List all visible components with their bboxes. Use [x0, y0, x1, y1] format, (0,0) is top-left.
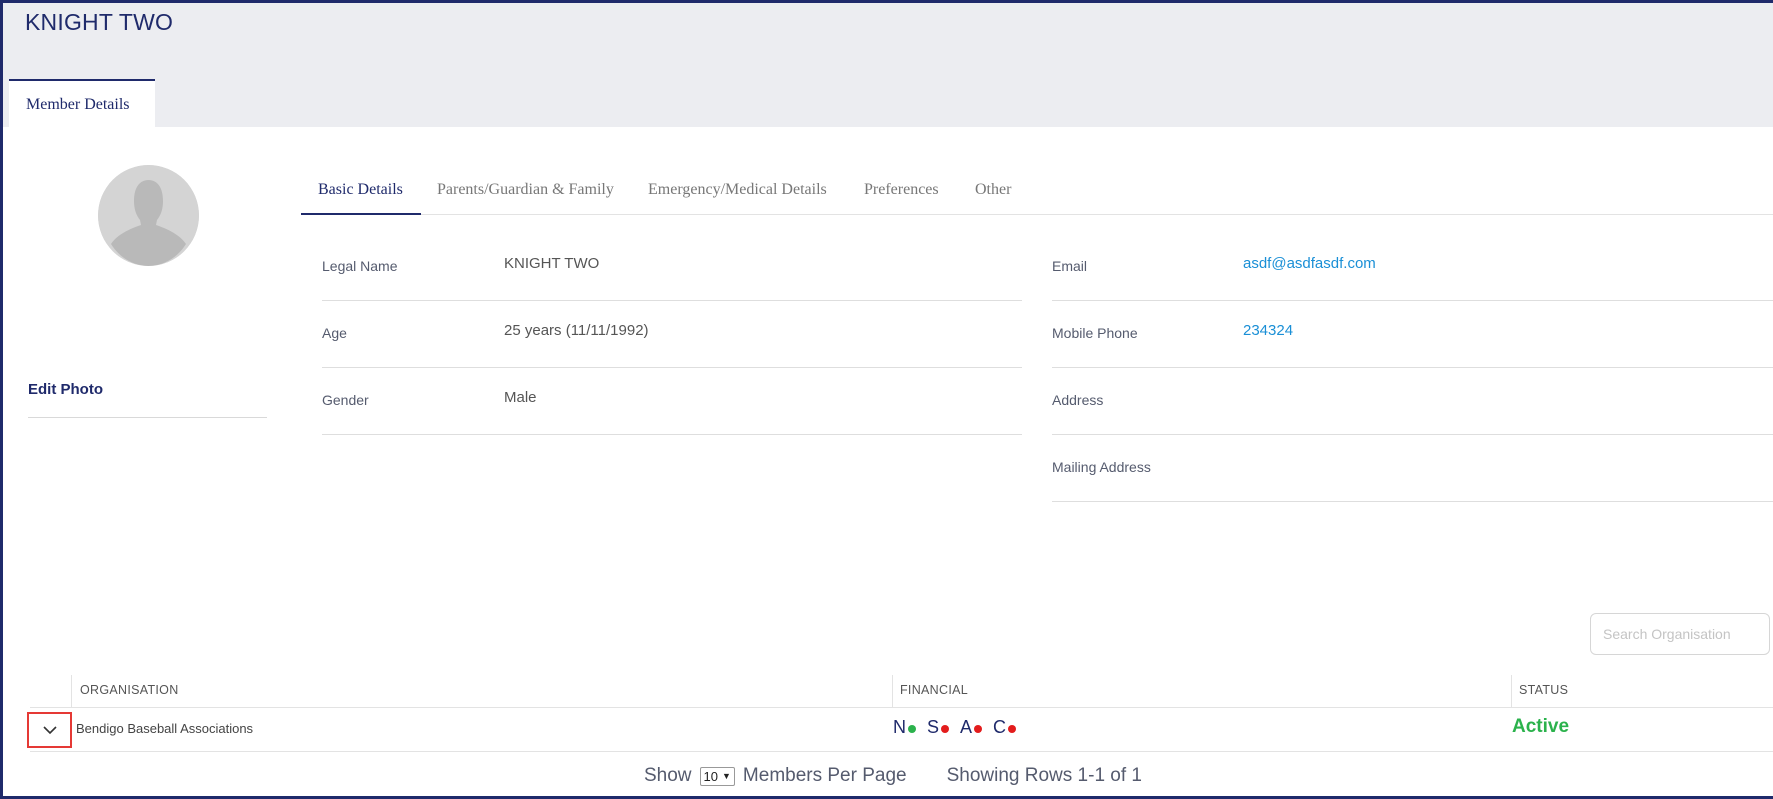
column-separator: [71, 675, 72, 707]
show-label: Show: [644, 765, 692, 786]
tab-basic-details[interactable]: Basic Details: [301, 171, 421, 215]
page-header: KNIGHT TWO Member Details: [3, 3, 1773, 128]
financial-indicator-n: N: [893, 717, 916, 738]
email-label: Email: [1052, 258, 1088, 274]
divider: [322, 367, 1022, 368]
dropdown-arrow-icon: ▼: [722, 771, 731, 781]
age-value: 25 years (11/11/1992): [504, 322, 649, 339]
edit-photo-link[interactable]: Edit Photo: [28, 381, 103, 398]
tab-parents-guardian-family[interactable]: Parents/Guardian & Family: [437, 171, 614, 215]
gender-label: Gender: [322, 392, 369, 408]
financial-indicator-c: C: [993, 717, 1017, 738]
mailing-address-label: Mailing Address: [1052, 459, 1151, 475]
financial-letter: C: [993, 717, 1007, 737]
financial-indicators: N S A C: [893, 717, 1017, 738]
mobile-phone-value[interactable]: 234324: [1243, 322, 1293, 339]
page-title: KNIGHT TWO: [25, 9, 174, 35]
financial-letter: N: [893, 717, 906, 737]
email-value[interactable]: asdf@asdfasdf.com: [1243, 255, 1376, 272]
status-dot: [974, 724, 983, 733]
status-dot: [941, 724, 950, 733]
tab-emergency-medical-details[interactable]: Emergency/Medical Details: [648, 171, 827, 215]
divider: [1052, 501, 1773, 502]
legal-name-value: KNIGHT TWO: [504, 255, 600, 272]
financial-indicator-s: S: [927, 717, 950, 738]
tab-member-details[interactable]: Member Details: [9, 79, 155, 128]
chevron-down-icon: [42, 725, 57, 734]
divider: [1052, 300, 1773, 301]
divider: [30, 707, 1773, 708]
divider: [322, 300, 1022, 301]
tab-preferences[interactable]: Preferences: [864, 171, 939, 215]
gender-value: Male: [504, 389, 537, 406]
per-page-value: 10: [703, 768, 718, 784]
per-page-label: Members Per Page: [742, 765, 907, 786]
column-separator: [1511, 675, 1512, 707]
column-separator: [892, 675, 893, 707]
rows-info: Showing Rows 1-1 of 1: [946, 765, 1142, 786]
tab-other[interactable]: Other: [975, 171, 1011, 215]
detail-tabs: Basic Details Parents/Guardian & Family …: [301, 171, 1773, 215]
divider: [28, 417, 267, 418]
divider: [30, 751, 1773, 752]
expand-row-button[interactable]: [27, 712, 72, 748]
financial-letter: A: [960, 717, 973, 737]
status-dot: [1008, 724, 1017, 733]
column-header-status: STATUS: [1519, 683, 1569, 697]
avatar: [98, 165, 199, 266]
divider: [1052, 367, 1773, 368]
age-label: Age: [322, 325, 347, 341]
mobile-phone-label: Mobile Phone: [1052, 325, 1138, 341]
address-label: Address: [1052, 392, 1104, 408]
organisation-name: Bendigo Baseball Associations: [76, 721, 254, 736]
user-silhouette-icon: [98, 165, 199, 266]
financial-letter: S: [927, 717, 940, 737]
divider: [322, 434, 1022, 435]
column-header-organisation: ORGANISATION: [80, 683, 179, 697]
divider: [1052, 434, 1773, 435]
legal-name-label: Legal Name: [322, 258, 398, 274]
status-dot: [908, 724, 916, 733]
financial-indicator-a: A: [960, 717, 983, 738]
status-badge: Active: [1512, 716, 1570, 737]
column-header-financial: FINANCIAL: [900, 683, 968, 697]
per-page-select[interactable]: 10 ▼: [699, 766, 735, 786]
search-organisation-input[interactable]: [1590, 613, 1770, 655]
pagination: Show 10 ▼ Members Per Page Showing Rows …: [644, 765, 1142, 787]
page-frame: KNIGHT TWO Member Details Edit Photo Bas…: [0, 0, 1773, 799]
